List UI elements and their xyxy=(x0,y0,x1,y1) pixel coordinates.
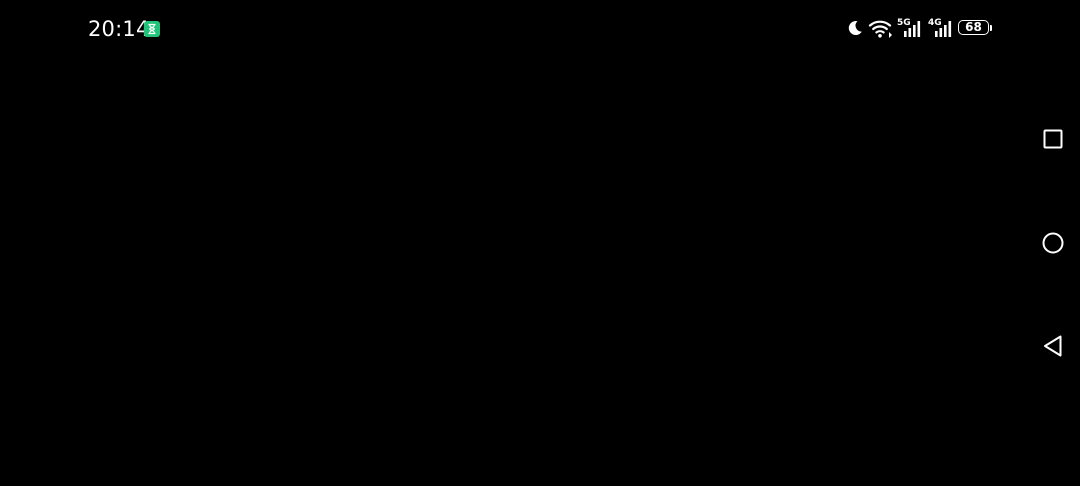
battery-tip xyxy=(990,25,992,31)
back-button[interactable] xyxy=(1034,327,1072,365)
screen-content: 20:14 5G 4G 68 xyxy=(0,0,1080,486)
home-circle-icon xyxy=(1042,232,1064,254)
status-icons: 5G 4G 68 xyxy=(844,18,1004,40)
signal-4g-icon xyxy=(935,21,952,37)
moon-icon xyxy=(848,20,862,35)
battery-icon: 68 xyxy=(958,20,989,35)
home-button[interactable] xyxy=(1034,224,1072,262)
back-triangle-icon xyxy=(1044,335,1062,357)
recents-square-icon xyxy=(1043,129,1063,149)
recents-button[interactable] xyxy=(1034,120,1072,158)
status-bar: 20:14 5G 4G 68 xyxy=(0,0,1080,58)
signal-5g-icon xyxy=(904,21,921,37)
hourglass-icon xyxy=(144,21,160,37)
status-time: 20:14 xyxy=(88,17,150,41)
battery-level: 68 xyxy=(965,20,982,34)
wifi-icon xyxy=(868,20,892,38)
